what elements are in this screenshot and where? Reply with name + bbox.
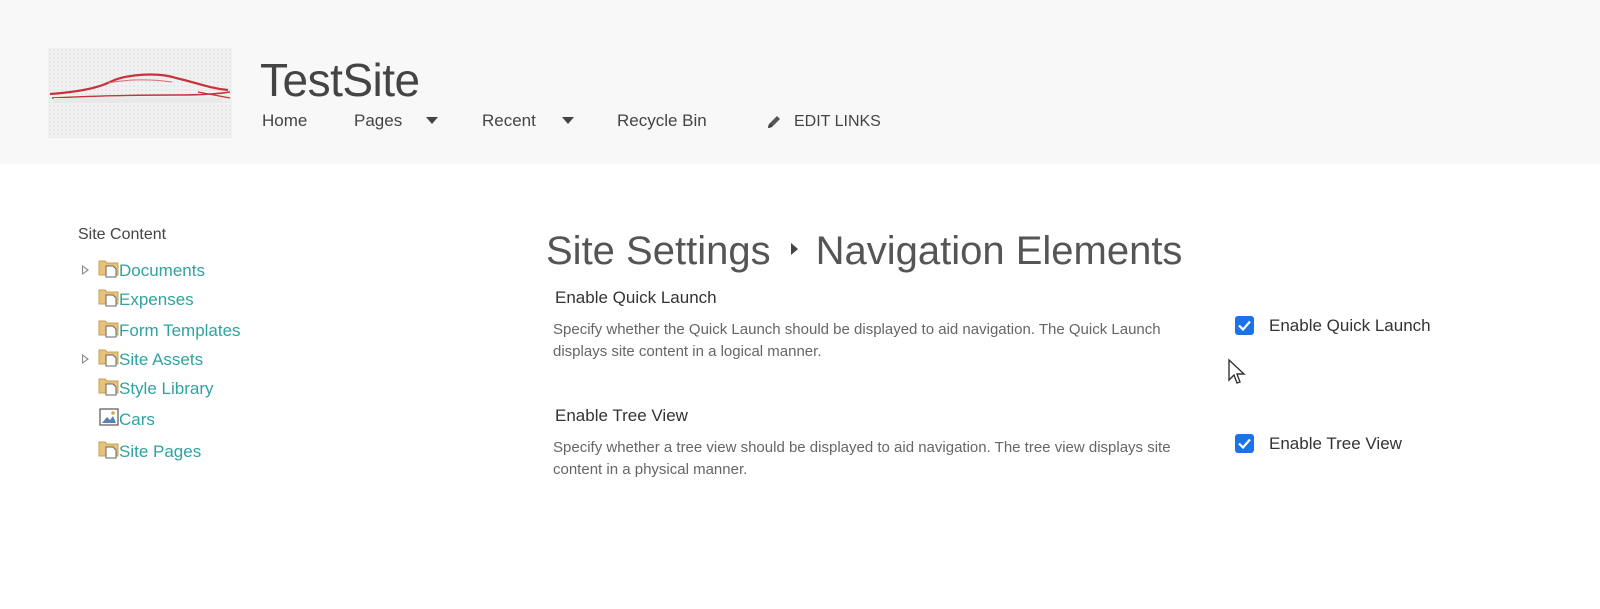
breadcrumb-current: Navigation Elements [815, 229, 1183, 273]
chevron-down-icon[interactable] [426, 117, 438, 124]
enable-quick-launch-label[interactable]: Enable Quick Launch [1269, 315, 1431, 337]
nav-recent[interactable]: Recent [482, 108, 536, 134]
nav-home[interactable]: Home [262, 108, 307, 134]
site-logo[interactable] [48, 48, 232, 138]
tree-view-title[interactable]: Site Content [78, 224, 166, 246]
tree-item-documents[interactable]: Documents [82, 258, 302, 282]
pencil-icon [768, 116, 780, 128]
checkmark-icon [1238, 438, 1251, 450]
tree-item-label[interactable]: Documents [119, 260, 205, 282]
nav-pages[interactable]: Pages [354, 108, 402, 134]
tree-item-label[interactable]: Cars [119, 409, 155, 431]
tree-item-style-library[interactable]: Style Library [82, 376, 302, 400]
tree-item-label[interactable]: Expenses [119, 289, 194, 311]
tree-item-site-assets[interactable]: Site Assets [82, 347, 302, 371]
folder-icon [98, 441, 119, 459]
tree-item-form-templates[interactable]: Form Templates [82, 318, 302, 342]
tree-item-expenses[interactable]: Expenses [82, 287, 302, 311]
edit-links-label: EDIT LINKS [794, 113, 881, 130]
breadcrumb-site-settings[interactable]: Site Settings [546, 229, 771, 273]
folder-icon [98, 349, 119, 367]
enable-quick-launch-checkbox[interactable] [1235, 316, 1254, 335]
car-logo-icon [49, 73, 231, 103]
folder-icon [98, 378, 119, 396]
expand-arrow-icon[interactable] [82, 354, 89, 364]
nav-recycle-bin[interactable]: Recycle Bin [617, 108, 707, 134]
page-title: Site Settings Navigation Elements [546, 226, 1182, 276]
quick-launch-description: Specify whether the Quick Launch should … [553, 321, 1161, 360]
folder-icon [98, 260, 119, 278]
picture-library-icon [99, 408, 119, 426]
expand-arrow-icon[interactable] [82, 265, 89, 275]
tree-item-label[interactable]: Site Assets [119, 349, 203, 371]
tree-item-label[interactable]: Style Library [119, 378, 213, 400]
chevron-down-icon[interactable] [562, 117, 574, 124]
tree-item-site-pages[interactable]: Site Pages [82, 439, 302, 463]
tree-view-description: Specify whether a tree view should be di… [553, 439, 1171, 478]
folder-icon [98, 320, 119, 338]
folder-icon [98, 289, 119, 307]
quick-launch-option: Enable Quick Launch [1235, 315, 1475, 337]
enable-tree-view-checkbox[interactable] [1235, 434, 1254, 453]
tree-view-option: Enable Tree View [1235, 433, 1475, 455]
tree-view-section-title: Enable Tree View [555, 406, 688, 425]
checkmark-icon [1238, 320, 1251, 332]
mouse-cursor-icon [1228, 358, 1246, 384]
enable-tree-view-label[interactable]: Enable Tree View [1269, 433, 1402, 455]
tree-item-cars[interactable]: Cars [82, 407, 302, 431]
tree-item-label[interactable]: Site Pages [119, 441, 201, 463]
breadcrumb-separator-icon [790, 243, 798, 256]
tree-item-label[interactable]: Form Templates [119, 320, 241, 342]
suite-header: TestSite Home Pages Recent Recycle Bin E… [0, 0, 1600, 164]
quick-launch-section-title: Enable Quick Launch [555, 288, 717, 307]
site-title[interactable]: TestSite [260, 52, 420, 108]
